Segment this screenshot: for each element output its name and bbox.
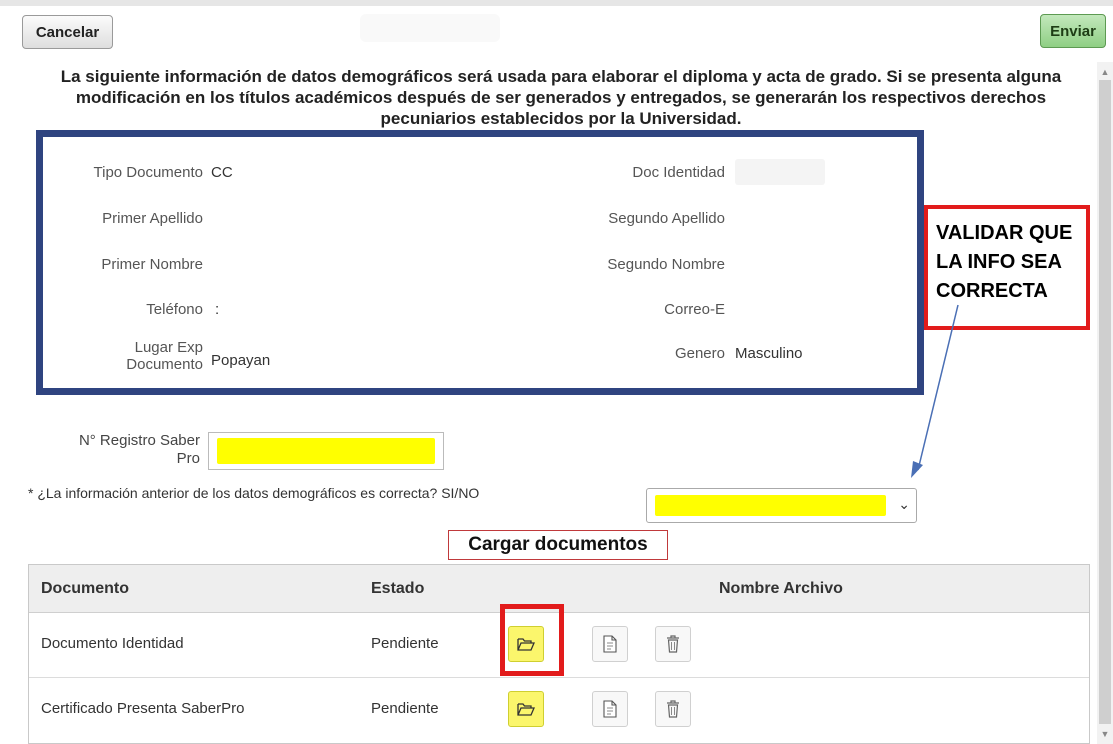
- upload-button[interactable]: [508, 691, 544, 727]
- upload-highlight-box: [500, 604, 564, 676]
- saber-pro-label: N° Registro Saber Pro: [50, 432, 200, 468]
- header-nombre-archivo: Nombre Archivo: [719, 580, 843, 597]
- header-documento: Documento: [41, 580, 129, 597]
- estado-cell: Pendiente: [371, 700, 439, 717]
- document-view-icon: [603, 635, 617, 653]
- page-frame: Cancelar Enviar ▲ ▼ La siguiente informa…: [0, 0, 1113, 744]
- document-view-icon: [603, 700, 617, 718]
- trash-icon: [667, 700, 679, 718]
- saber-pro-highlight: [217, 438, 435, 464]
- folder-open-icon: [517, 703, 535, 716]
- table-row: Certificado Presenta SaberPro Pendiente: [29, 678, 1089, 743]
- view-document-button[interactable]: [592, 691, 628, 727]
- delete-button[interactable]: [655, 626, 691, 662]
- saber-pro-label-line2: Pro: [176, 450, 200, 467]
- confirmation-select-highlight: [655, 495, 886, 516]
- chevron-down-icon: ⌄: [898, 496, 910, 512]
- estado-cell: Pendiente: [371, 635, 439, 652]
- delete-button[interactable]: [655, 691, 691, 727]
- header-estado: Estado: [371, 580, 425, 597]
- saber-pro-input[interactable]: [208, 432, 444, 470]
- trash-icon: [667, 635, 679, 653]
- documento-cell: Documento Identidad: [41, 635, 184, 652]
- pointer-line: [917, 304, 959, 471]
- confirmation-select[interactable]: ⌄: [646, 488, 917, 523]
- documento-cell: Certificado Presenta SaberPro: [41, 700, 245, 717]
- confirmation-question: * ¿La información anterior de los datos …: [28, 485, 480, 501]
- saber-pro-label-line1: N° Registro Saber: [78, 432, 200, 449]
- cargar-documentos-label: Cargar documentos: [448, 530, 668, 560]
- view-document-button[interactable]: [592, 626, 628, 662]
- pointer-arrowhead: [911, 461, 923, 478]
